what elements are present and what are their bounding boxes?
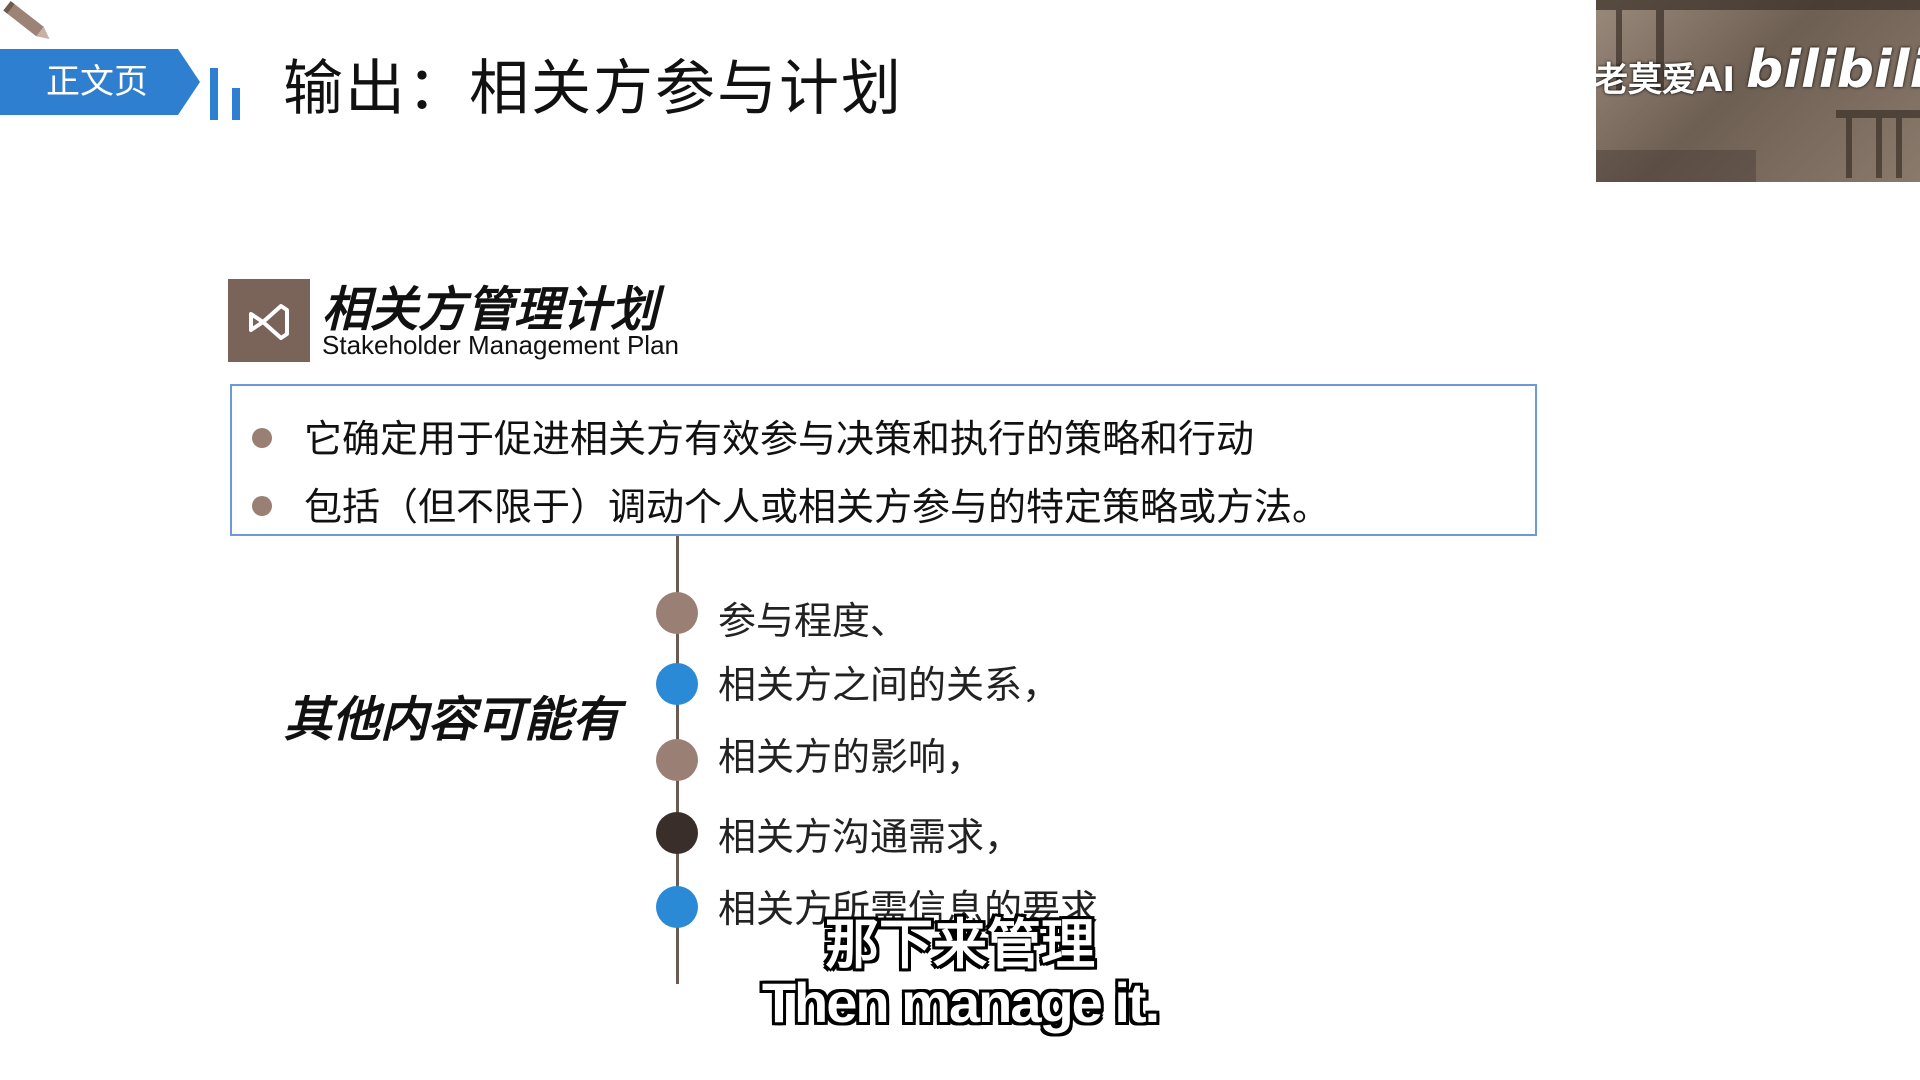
timeline-node <box>656 812 698 854</box>
visual-studio-icon <box>228 279 310 362</box>
description-item: 包括（但不限于）调动个人或相关方参与的特定策略或方法。 <box>252 476 1330 531</box>
timeline-item: 参与程度、 <box>718 599 909 643</box>
timeline-item: 相关方沟通需求， <box>718 815 1023 859</box>
bilibili-logo: bilibili <box>1746 40 1920 100</box>
section-tag: 正文页 <box>0 49 200 115</box>
pencil-icon <box>3 1 50 39</box>
subtitle-english: Then manage it. <box>761 971 1160 1034</box>
timeline-node <box>656 592 698 634</box>
video-watermark: 老莫爱AI <box>1596 60 1735 100</box>
description-box: 它确定用于促进相关方有效参与决策和执行的策略和行动 包括（但不限于）调动个人或相… <box>230 384 1537 536</box>
description-text: 它确定用于促进相关方有效参与决策和执行的策略和行动 <box>304 417 1255 461</box>
bullet-icon <box>252 427 272 448</box>
timeline-node <box>656 739 698 781</box>
title-accent-bars <box>210 54 246 120</box>
plan-subtitle: Stakeholder Management Plan <box>322 330 680 360</box>
bullet-icon <box>252 495 272 516</box>
timeline-item: 相关方之间的关系， <box>718 663 1061 707</box>
description-text: 包括（但不限于）调动个人或相关方参与的特定策略或方法。 <box>304 485 1331 529</box>
page-title: 输出：相关方参与计划 <box>283 54 903 124</box>
subtitle-chinese: 那下来管理 <box>825 913 1095 976</box>
presenter-video: 老莫爱AI bilibili <box>1596 0 1920 182</box>
timeline-node <box>656 663 698 705</box>
timeline-item: 相关方的影响， <box>718 735 985 779</box>
timeline-label: 其他内容可能有 <box>284 692 621 748</box>
description-item: 它确定用于促进相关方有效参与决策和执行的策略和行动 <box>252 408 1254 463</box>
